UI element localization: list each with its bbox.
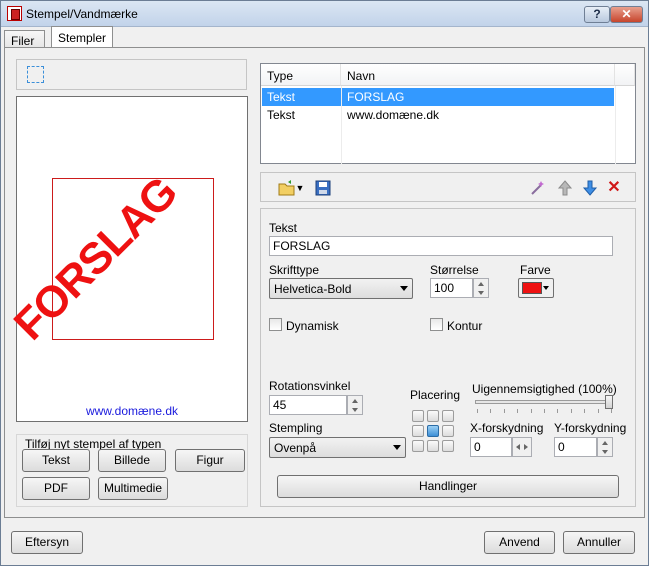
- column-header-name[interactable]: Navn: [341, 64, 615, 86]
- x-offset-input[interactable]: 0: [470, 437, 512, 457]
- y-offset-spinner[interactable]: [597, 437, 613, 457]
- add-figure-stamp-button[interactable]: Figur: [175, 449, 245, 472]
- y-offset-label: Y-forskydning: [554, 421, 627, 435]
- stamping-select-value: Ovenpå: [274, 441, 317, 455]
- slider-tick: [477, 409, 478, 413]
- stamp-list-table: Type Navn Tekst FORSLAG Tekst www.domæne…: [260, 63, 636, 164]
- row-type: Tekst: [267, 108, 296, 122]
- slider-tick: [570, 409, 572, 413]
- size-input[interactable]: 100: [430, 278, 473, 298]
- contour-checkbox[interactable]: [430, 318, 443, 331]
- slider-tick: [597, 409, 599, 413]
- placement-middle-right[interactable]: [442, 425, 454, 437]
- font-label: Skrifttype: [269, 263, 320, 277]
- rotation-label: Rotationsvinkel: [269, 379, 351, 393]
- slider-tick: [490, 409, 492, 413]
- stamps-tab-panel: FORSLAG www.domæne.dk Tilføj nyt stempel…: [4, 47, 645, 518]
- dynamic-checkbox[interactable]: [269, 318, 282, 331]
- footer-preview-text: www.domæne.dk: [85, 404, 179, 418]
- save-icon[interactable]: [314, 179, 332, 197]
- slider-tick: [503, 409, 505, 413]
- select-frame-icon[interactable]: [27, 66, 44, 83]
- placement-middle-left[interactable]: [412, 425, 424, 437]
- add-pdf-stamp-button[interactable]: PDF: [22, 477, 90, 500]
- apply-button[interactable]: Anvend: [484, 531, 555, 554]
- x-offset-spinner[interactable]: [512, 437, 532, 457]
- placement-label: Placering: [410, 388, 461, 402]
- move-up-icon[interactable]: [556, 179, 574, 197]
- chevron-down-icon: [393, 445, 401, 450]
- dropdown-arrow-icon[interactable]: ▼: [295, 179, 305, 197]
- placement-bottom-right[interactable]: [442, 440, 454, 452]
- help-button[interactable]: ?: [584, 6, 610, 23]
- placement-top-left[interactable]: [412, 410, 424, 422]
- color-swatch: [522, 282, 542, 294]
- x-offset-label: X-forskydning: [470, 421, 544, 435]
- column-header-filler: [615, 64, 635, 86]
- close-button[interactable]: ✕: [610, 6, 643, 23]
- y-offset-input[interactable]: 0: [554, 437, 597, 457]
- slider-tick: [530, 409, 532, 413]
- move-down-icon[interactable]: [581, 179, 599, 197]
- column-header-type[interactable]: Type: [261, 64, 341, 86]
- chevron-down-icon: [543, 286, 549, 290]
- rotation-spinner[interactable]: [347, 395, 363, 415]
- add-image-stamp-button[interactable]: Billede: [98, 449, 166, 472]
- stamping-select[interactable]: Ovenpå: [269, 437, 406, 458]
- text-label: Tekst: [269, 221, 298, 235]
- slider-tick: [584, 409, 586, 413]
- opacity-slider-thumb[interactable]: [605, 395, 613, 409]
- delete-icon[interactable]: ✕: [605, 179, 623, 197]
- column-divider: [615, 86, 616, 164]
- row-type: Tekst: [267, 90, 296, 104]
- open-folder-icon[interactable]: [278, 179, 296, 197]
- slider-tick: [544, 409, 545, 413]
- color-picker-button[interactable]: [518, 278, 554, 298]
- size-spinner[interactable]: [473, 278, 489, 298]
- table-row[interactable]: Tekst FORSLAG: [262, 88, 614, 106]
- placement-top-center[interactable]: [427, 410, 439, 422]
- column-divider: [341, 86, 342, 164]
- add-stamp-group: Tilføj nyt stempel af typen Tekst Billed…: [16, 434, 248, 507]
- dynamic-label: Dynamisk: [286, 319, 339, 333]
- add-text-stamp-button[interactable]: Tekst: [22, 449, 90, 472]
- table-row[interactable]: Tekst www.domæne.dk: [262, 106, 614, 124]
- slider-tick: [517, 409, 519, 413]
- stamp-watermark-dialog: Stempel/Vandmærke ? ✕ Filer Stempler FOR…: [0, 0, 649, 566]
- opacity-label: Uigennemsigtighed (100%): [472, 382, 617, 396]
- font-select[interactable]: Helvetica-Bold: [269, 278, 413, 299]
- contour-label: Kontur: [447, 319, 483, 333]
- app-stamp-icon: [7, 6, 22, 21]
- window-title: Stempel/Vandmærke: [26, 7, 138, 21]
- size-label: Størrelse: [430, 263, 479, 277]
- placement-bottom-left[interactable]: [412, 440, 424, 452]
- row-name: www.domæne.dk: [347, 108, 440, 122]
- chevron-down-icon: [400, 286, 408, 291]
- wand-icon[interactable]: [529, 179, 547, 197]
- cancel-button[interactable]: Annuller: [563, 531, 635, 554]
- title-bar: Stempel/Vandmærke ? ✕: [1, 1, 648, 27]
- preview-toolbar: [16, 59, 247, 90]
- stamp-text-input[interactable]: FORSLAG: [269, 236, 613, 256]
- stamp-properties-panel: Tekst FORSLAG Skrifttype Helvetica-Bold …: [260, 208, 636, 507]
- slider-tick: [557, 409, 559, 413]
- rotation-input[interactable]: 45: [269, 395, 347, 415]
- stamping-label: Stempling: [269, 421, 323, 435]
- stamp-list-toolbar: ▼ ✕: [260, 172, 636, 202]
- font-select-value: Helvetica-Bold: [274, 282, 352, 296]
- placement-bottom-center[interactable]: [427, 440, 439, 452]
- preview-button[interactable]: Eftersyn: [11, 531, 83, 554]
- add-multimedia-stamp-button[interactable]: Multimedie: [98, 477, 168, 500]
- actions-button[interactable]: Handlinger: [277, 475, 619, 498]
- placement-center[interactable]: [427, 425, 439, 437]
- stamp-preview: FORSLAG www.domæne.dk: [5, 96, 248, 422]
- slider-tick: [611, 409, 612, 413]
- placement-top-right[interactable]: [442, 410, 454, 422]
- opacity-slider-track[interactable]: [475, 400, 613, 404]
- row-name: FORSLAG: [347, 90, 405, 104]
- color-label: Farve: [520, 263, 551, 277]
